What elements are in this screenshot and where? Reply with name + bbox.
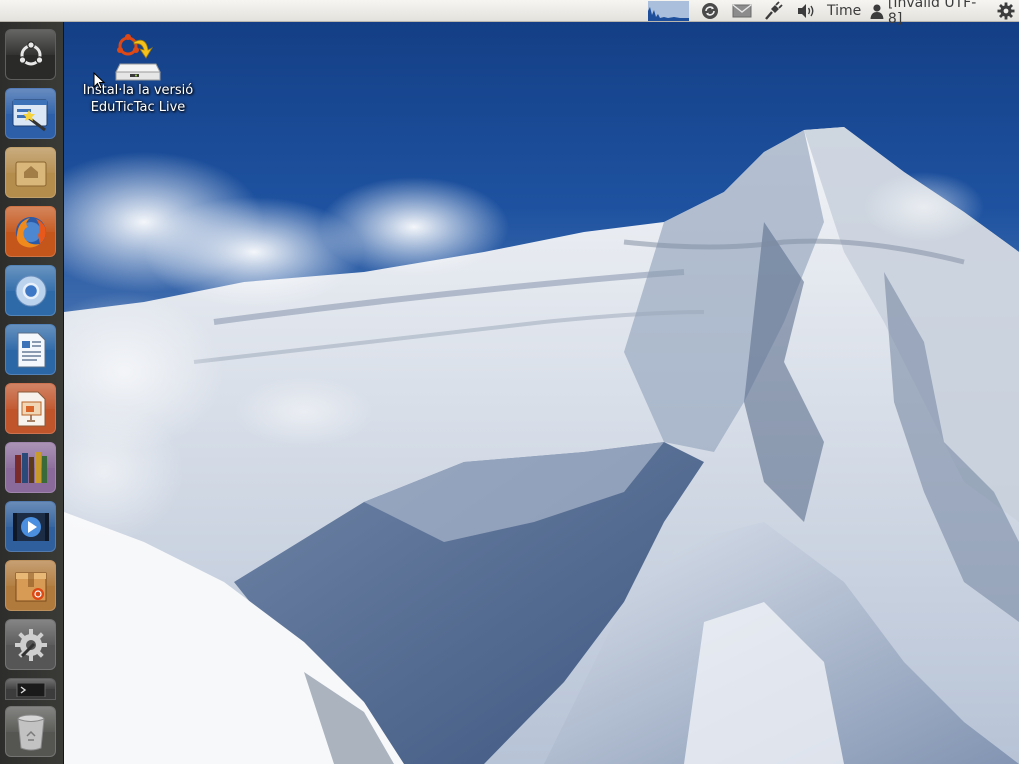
launcher-libreoffice-impress[interactable] (5, 383, 56, 434)
sound-indicator[interactable] (795, 0, 817, 22)
launcher-chromium[interactable] (5, 265, 56, 316)
chromium-icon (15, 275, 46, 306)
system-monitor-indicator[interactable] (648, 1, 689, 21)
messaging-indicator[interactable] (731, 0, 753, 22)
settings-icon (14, 628, 47, 661)
video-player-icon (12, 512, 49, 541)
session-menu[interactable] (995, 0, 1017, 22)
top-panel: Time [Invalid UTF-8] (0, 0, 1019, 27)
network-plug-icon (765, 1, 783, 20)
user-indicator[interactable]: [Invalid UTF-8] (870, 0, 990, 27)
desktop[interactable] (64, 22, 1019, 764)
wizard-icon (12, 99, 47, 131)
home-folder-icon (15, 161, 46, 186)
envelope-icon (732, 4, 752, 18)
launcher-libreoffice-writer[interactable] (5, 324, 56, 375)
speaker-icon (798, 4, 814, 18)
launcher-system-settings[interactable] (5, 619, 56, 670)
launcher-software-center[interactable] (5, 560, 56, 611)
clock-indicator[interactable]: Time (827, 0, 863, 22)
firefox-icon (15, 216, 46, 247)
ubuntu-logo-icon (18, 40, 43, 65)
launcher-home-folder[interactable] (5, 147, 56, 198)
launcher-video-player[interactable] (5, 501, 56, 552)
launcher-terminal[interactable] (5, 678, 56, 700)
launcher-dash-home-button[interactable] (5, 29, 56, 80)
sync-indicator[interactable] (700, 0, 720, 22)
software-center-icon (15, 572, 46, 601)
desktop-icon-label-line2: EduTicTac Live (90, 100, 186, 115)
mountain-wallpaper (64, 127, 1019, 764)
time-label: Time (827, 3, 862, 19)
sync-icon (702, 3, 718, 19)
launcher-trash[interactable] (5, 706, 56, 757)
unity-launcher (0, 22, 64, 764)
mouse-pointer-icon (93, 72, 105, 90)
launcher-books[interactable] (5, 442, 56, 493)
impress-presentation-icon (17, 391, 45, 426)
writer-document-icon (17, 332, 45, 367)
trash-icon (16, 714, 45, 750)
user-icon (870, 4, 884, 19)
launcher-firefox[interactable] (5, 206, 56, 257)
launcher-install-wizard[interactable] (5, 88, 56, 139)
system-monitor-graph-icon (648, 1, 689, 21)
network-indicator[interactable] (762, 0, 784, 22)
gear-icon (997, 2, 1015, 20)
user-name-label: [Invalid UTF-8] (887, 0, 977, 27)
books-icon (14, 451, 47, 483)
terminal-icon (16, 682, 45, 697)
installer-drive-icon (115, 34, 161, 81)
